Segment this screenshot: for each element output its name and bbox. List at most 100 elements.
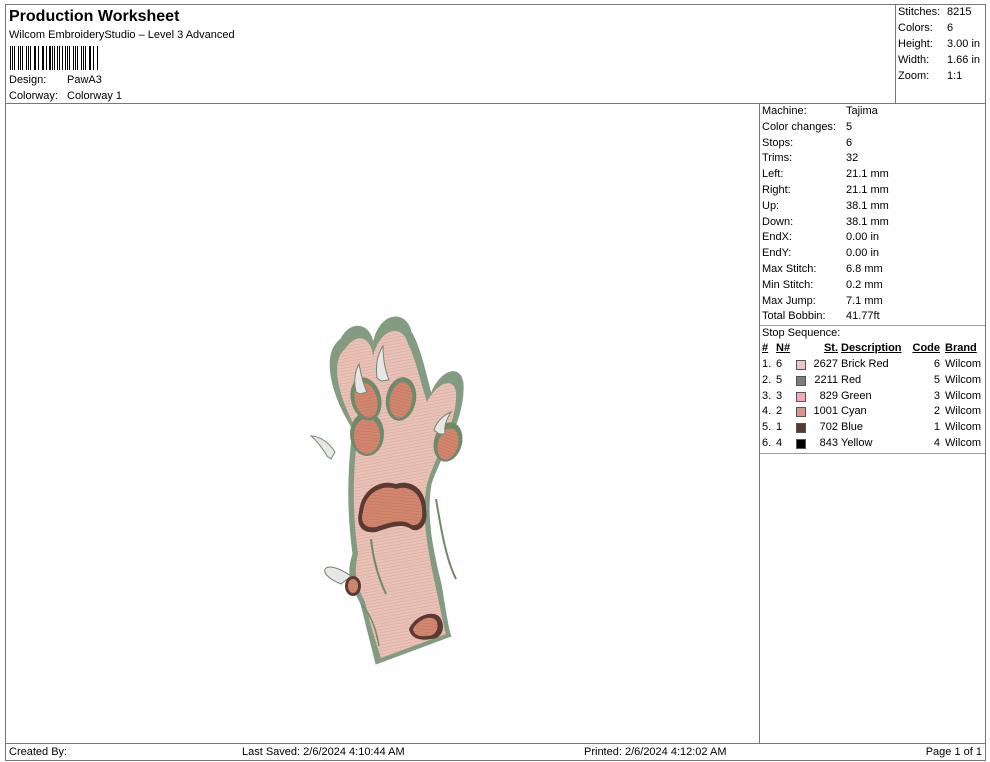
col-code: Code: [912, 342, 941, 354]
row-brand: Wilcom: [945, 358, 982, 370]
barcode: [10, 46, 98, 70]
row-code: 1: [933, 421, 940, 434]
info-value: 7.1 mm: [846, 294, 883, 307]
info-row: EndY: 0.00 in: [762, 247, 879, 259]
stop-sequence-title: Stop Sequence:: [762, 327, 841, 339]
design-label: Design:: [9, 74, 47, 86]
info-label: EndY:: [762, 247, 792, 260]
info-value: 21.1 mm: [846, 168, 889, 181]
row-needle: 3: [776, 389, 783, 402]
row-description: Red: [841, 373, 862, 386]
row-needle: 4: [776, 437, 783, 449]
row-stitches: 702: [819, 421, 838, 434]
stat-zoom: Zoom: 1:1: [898, 70, 962, 82]
info-value: 38.1 mm: [846, 215, 889, 228]
info-label: Max Jump:: [762, 294, 816, 307]
info-row: Total Bobbin: 41.77ft: [762, 310, 880, 322]
info-row: EndX: 0.00 in: [762, 231, 879, 243]
info-row: Machine: Tajima: [762, 105, 878, 117]
barcode-bar: [10, 46, 11, 70]
info-value: 5: [846, 120, 853, 133]
col-n: N#: [776, 342, 791, 354]
barcode-bar: [30, 46, 31, 70]
page-title: Production Worksheet: [9, 8, 180, 25]
colorway-label: Colorway:: [9, 90, 58, 102]
info-label: Up:: [762, 199, 780, 212]
color-swatch: [796, 375, 806, 386]
info-label: Machine:: [762, 105, 807, 117]
stat-label: Zoom:: [898, 70, 930, 82]
stat-value: 6: [947, 22, 954, 34]
row-stitches: 829: [819, 389, 838, 402]
barcode-bar: [17, 46, 19, 70]
stat-label: Stitches:: [898, 6, 941, 18]
info-value: 32: [846, 152, 859, 165]
table-row: 5. 1 702 Blue 1 Wilcom: [762, 421, 984, 436]
table-row: 2. 5 2211 Red 5 Wilcom: [762, 374, 984, 389]
row-stitches: 1001: [813, 405, 838, 418]
software-name: Wilcom EmbroideryStudio – Level 3 Advanc…: [9, 29, 235, 41]
info-row: Max Stitch: 6.8 mm: [762, 263, 883, 275]
barcode-bar: [37, 46, 39, 70]
info-row: Trims: 32: [762, 152, 858, 164]
info-value: 6: [846, 136, 853, 149]
info-row: Up: 38.1 mm: [762, 200, 889, 212]
row-brand: Wilcom: [945, 389, 982, 402]
row-description: Green: [841, 389, 872, 402]
stat-label: Width:: [898, 54, 930, 66]
row-index: 4.: [762, 405, 772, 418]
info-value: 38.1 mm: [846, 199, 889, 212]
row-description: Yellow: [841, 437, 873, 449]
info-row: Down: 38.1 mm: [762, 216, 889, 228]
info-label: Down:: [762, 215, 794, 228]
stats-panel: Stitches: 8215 Colors: 6 Height: 3.00 in Wi…: [895, 4, 986, 104]
colorway-value: Colorway 1: [67, 90, 123, 102]
info-value: 6.8 mm: [846, 263, 883, 275]
color-swatch: [796, 439, 806, 449]
stat-width: Width: 1.66 in: [898, 54, 980, 66]
barcode-bar: [72, 46, 75, 70]
row-needle: 5: [776, 373, 783, 386]
info-value: 0.00 in: [846, 231, 880, 244]
worksheet-header: Production Worksheet Wilcom EmbroiderySt…: [5, 4, 896, 104]
row-description: Brick Red: [841, 358, 889, 370]
page-number: Page 1 of 1: [925, 746, 982, 758]
info-label: Trims:: [762, 152, 793, 165]
info-label: Color changes:: [762, 120, 836, 133]
info-label: Right:: [762, 184, 791, 196]
barcode-bar: [92, 46, 94, 70]
info-value: Tajima: [846, 105, 878, 117]
table-row: 4. 2 1001 Cyan 2 Wilcom: [762, 405, 984, 420]
barcode-bar: [77, 46, 79, 70]
divider: [760, 453, 985, 454]
row-description: Cyan: [841, 405, 867, 418]
design-value: PawA3: [67, 74, 102, 86]
row-index: 5.: [762, 421, 772, 434]
barcode-bar: [85, 46, 86, 70]
last-saved: Last Saved: 2/6/2024 4:10:44 AM: [242, 746, 405, 758]
row-index: 3.: [762, 389, 772, 402]
created-by: Created By:: [9, 746, 68, 758]
col-description: Description: [841, 342, 902, 354]
row-index: 1.: [762, 358, 772, 370]
color-swatch: [796, 360, 806, 370]
info-value: 41.77ft: [846, 310, 880, 323]
table-row: 3. 3 829 Green 3 Wilcom: [762, 390, 984, 405]
color-swatch: [796, 423, 806, 434]
row-brand: Wilcom: [945, 405, 982, 418]
barcode-bar: [57, 46, 59, 70]
col-idx: #: [762, 342, 769, 354]
info-label: EndX:: [762, 231, 792, 244]
info-row: Color changes: 5: [762, 121, 852, 133]
row-stitches: 2211: [814, 373, 838, 386]
row-index: 6.: [762, 437, 772, 449]
stat-label: Colors:: [898, 22, 933, 34]
col-st: St.: [823, 342, 838, 354]
color-swatch: [796, 391, 806, 402]
colorway-row: Colorway: Colorway 1: [9, 90, 122, 102]
row-needle: 1: [776, 421, 783, 434]
printed-date: Printed: 2/6/2024 4:12:02 AM: [584, 746, 727, 758]
info-label: Min Stitch:: [762, 278, 814, 291]
row-code: 6: [933, 358, 940, 370]
row-brand: Wilcom: [945, 373, 982, 386]
